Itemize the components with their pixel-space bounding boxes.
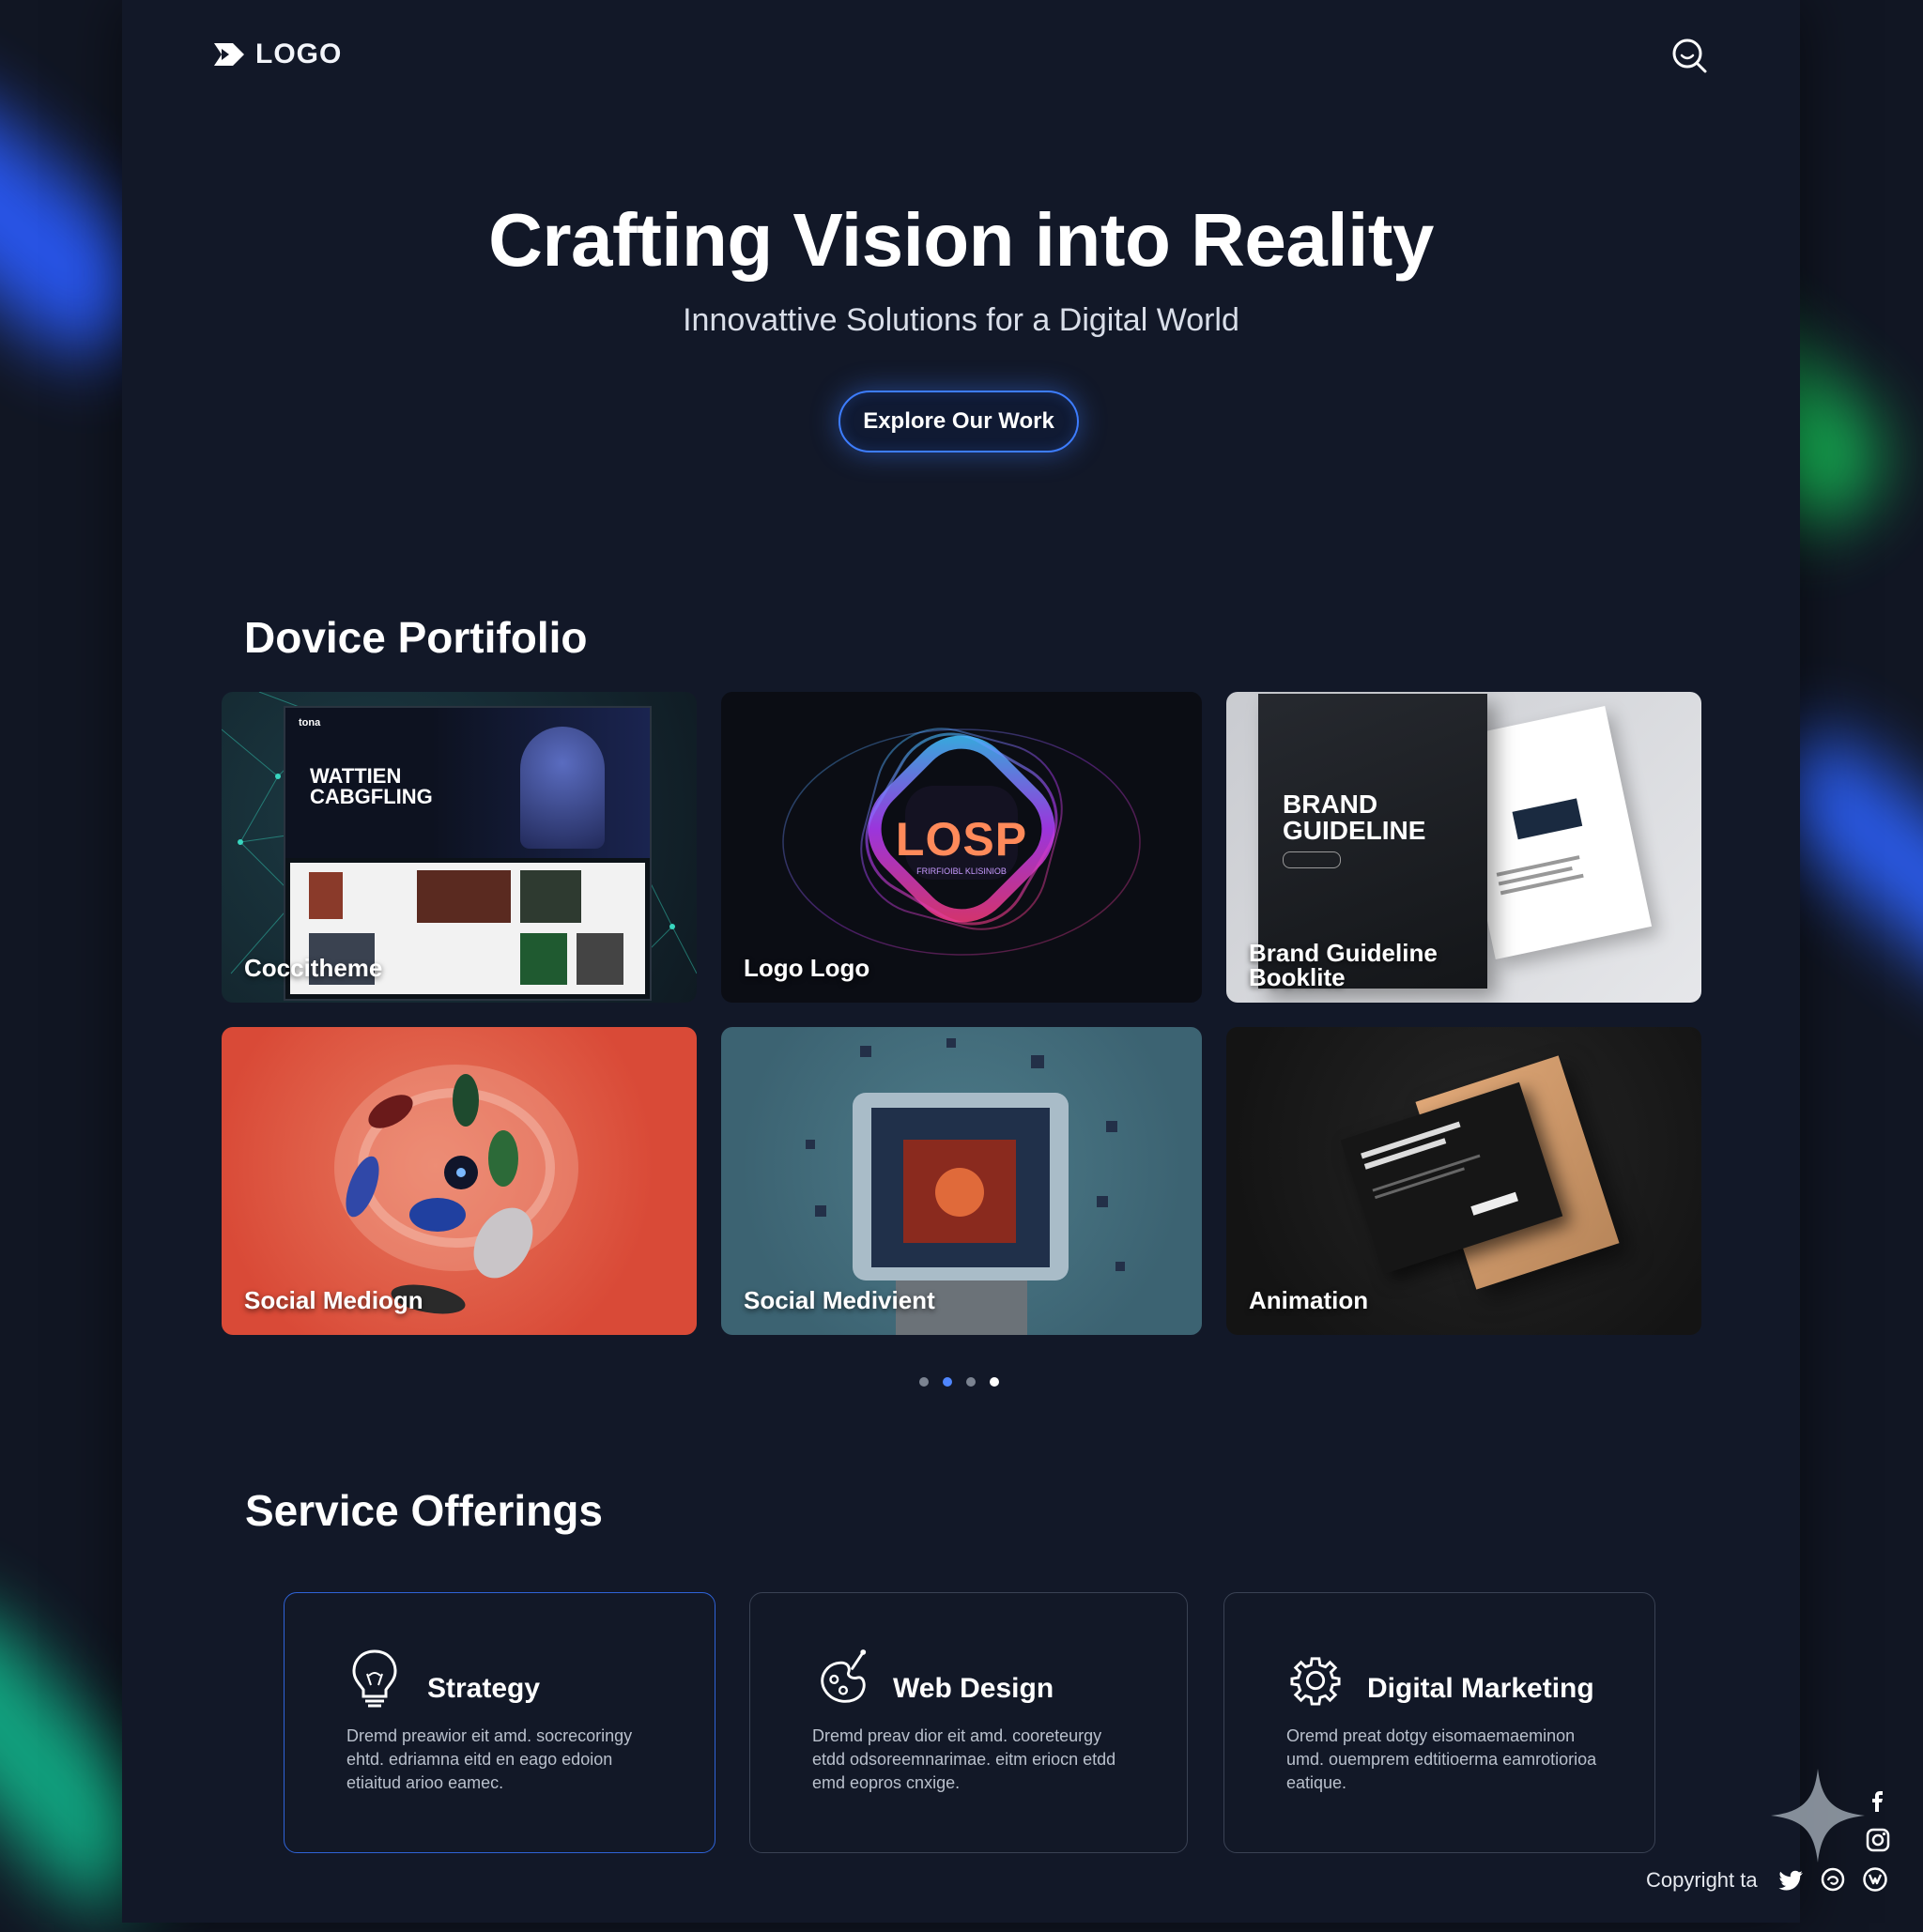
pagination-dot[interactable] (990, 1377, 999, 1387)
logo-mark-subtext: FRIRFIOIBL KLISINIOB (916, 866, 1007, 876)
mockup-brand: tona (299, 717, 321, 728)
search-button[interactable] (1669, 36, 1709, 75)
portfolio-card-website[interactable]: tona WATTIEN CABGFLING Coccitheme (222, 692, 697, 1003)
instagram-icon[interactable] (1865, 1827, 1891, 1853)
mockup-portrait (520, 727, 605, 849)
mockup-headline: WATTIEN CABGFLING (310, 764, 433, 808)
service-card-digital-marketing[interactable]: Digital Marketing Oremd preat dotgy eiso… (1223, 1592, 1655, 1853)
portfolio-card-logo[interactable]: LOSP FRIRFIOIBL KLISINIOB Logo Logo (721, 692, 1202, 1003)
services-title: Service Offerings (245, 1486, 603, 1535)
pagination-dot[interactable] (966, 1377, 976, 1387)
pagination-dot-active[interactable] (943, 1377, 952, 1387)
search-icon (1672, 38, 1707, 73)
sparkle-icon (1771, 1769, 1865, 1863)
service-description: Dremd preav dior eit amd. cooreteurgy et… (812, 1726, 1116, 1792)
portfolio-card-label: Social Mediogn (244, 1286, 423, 1314)
portfolio-card-social-1[interactable]: Social Mediogn (222, 1027, 697, 1335)
portfolio-card-label: Animation (1249, 1286, 1369, 1314)
service-description: Oremd preat dotgy eisomaemaeminon umd. o… (1286, 1726, 1597, 1792)
logo-text: LOGO (255, 38, 343, 69)
portfolio-card-label: Social Medivient (744, 1286, 935, 1314)
page-panel: LOGO Crafting Vision into Reality Innova… (122, 0, 1800, 1923)
explore-work-button[interactable]: Explore Our Work (838, 391, 1079, 452)
threads-icon[interactable] (1820, 1866, 1846, 1893)
hero-title: Crafting Vision into Reality (488, 198, 1434, 282)
portfolio-card-social-2[interactable]: Social Medivient (721, 1027, 1202, 1335)
portfolio-card-label: Brand Guideline Booklite (1249, 939, 1438, 991)
portfolio-pagination (919, 1377, 999, 1387)
service-card-web-design[interactable]: Web Design Dremd preav dior eit amd. coo… (749, 1592, 1188, 1853)
logo-mark-text: LOSP (895, 813, 1028, 866)
portfolio-card-label: Logo Logo (744, 954, 870, 982)
service-description: Dremd preawior eit amd. socrecoringy eht… (346, 1726, 633, 1792)
service-title: Digital Marketing (1367, 1673, 1594, 1704)
gear-icon (1290, 1657, 1341, 1706)
service-title: Strategy (427, 1673, 541, 1704)
logo-mark-icon (214, 43, 244, 66)
portfolio-card-animation[interactable]: Animation (1226, 1027, 1701, 1335)
service-card-strategy[interactable]: Strategy Dremd preawior eit amd. socreco… (284, 1592, 715, 1853)
hero-subtitle: Innovattive Solutions for a Digital Worl… (683, 302, 1239, 338)
pagination-dot[interactable] (919, 1377, 929, 1387)
copyright-text: Copyright ta (1646, 1868, 1758, 1892)
lightbulb-icon (352, 1649, 397, 1708)
vk-icon[interactable] (1862, 1866, 1888, 1893)
palette-icon (821, 1649, 867, 1703)
guideline-cover-title: BRAND GUIDELINE (1283, 790, 1426, 845)
site-logo[interactable]: LOGO (212, 38, 342, 71)
facebook-icon[interactable] (1865, 1787, 1891, 1814)
service-title: Web Design (893, 1673, 1054, 1704)
twitter-icon[interactable] (1778, 1866, 1805, 1893)
portfolio-card-label: Coccitheme (244, 954, 383, 982)
portfolio-title: Dovice Portifolio (244, 613, 588, 662)
portfolio-card-brand-guideline[interactable]: BRAND GUIDELINE Brand Guideline Booklite (1226, 692, 1701, 1003)
